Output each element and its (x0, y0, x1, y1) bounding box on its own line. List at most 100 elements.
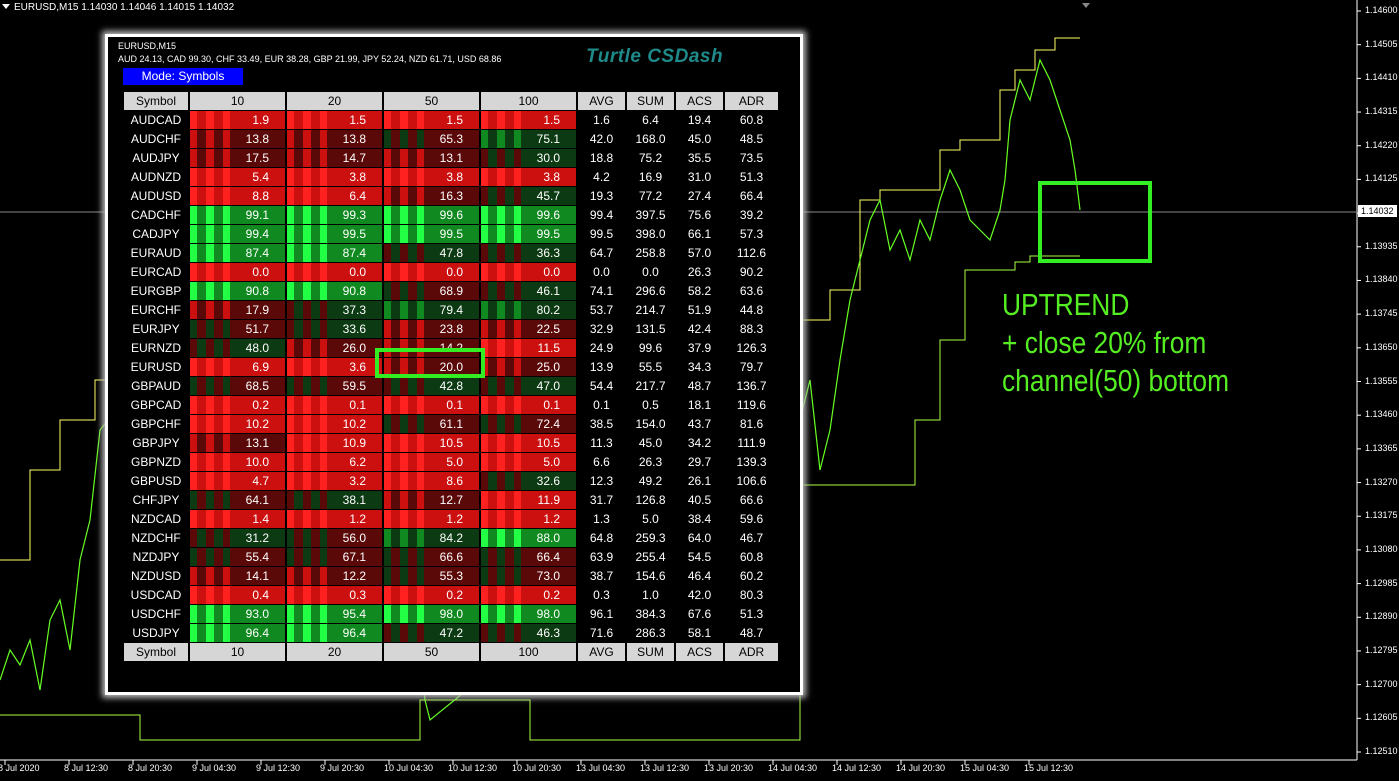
channel-bar (424, 529, 433, 547)
channel-bar (497, 111, 505, 129)
column-header[interactable]: Symbol (124, 92, 188, 110)
symbol-cell[interactable]: EURAUD (124, 244, 188, 262)
channel-bar (230, 168, 239, 186)
channel-bar (400, 567, 408, 585)
channel-bar (408, 225, 416, 243)
symbol-cell[interactable]: EURGBP (124, 282, 188, 300)
symbol-cell[interactable]: NZDJPY (124, 548, 188, 566)
symbol-cell[interactable]: GBPJPY (124, 434, 188, 452)
column-header[interactable]: 20 (287, 643, 382, 661)
channel-bar (214, 453, 222, 471)
column-header[interactable]: AVG (578, 643, 625, 661)
period-cell: 61.1 (384, 415, 479, 433)
channel-bars (481, 206, 530, 224)
column-header[interactable]: ADR (725, 92, 778, 110)
period-cell: 33.6 (287, 320, 382, 338)
column-header[interactable]: AVG (578, 92, 625, 110)
channel-bar (230, 567, 239, 585)
column-header[interactable]: 10 (190, 643, 285, 661)
symbol-cell[interactable]: USDCAD (124, 586, 188, 604)
symbol-cell[interactable]: AUDNZD (124, 168, 188, 186)
collapse-triangle-icon[interactable] (2, 4, 10, 9)
price-tick-label: 1.13080 (1365, 543, 1398, 554)
period-cell: 1.2 (384, 510, 479, 528)
symbol-cell[interactable]: EURNZD (124, 339, 188, 357)
symbol-cell[interactable]: CHFJPY (124, 491, 188, 509)
column-header[interactable]: 10 (190, 92, 285, 110)
column-header[interactable]: 50 (384, 643, 479, 661)
symbol-cell[interactable]: USDJPY (124, 624, 188, 642)
stat-cell: 18.1 (687, 398, 712, 412)
symbol-cell[interactable]: NZDCAD (124, 510, 188, 528)
stat-cell: 53.7 (589, 303, 614, 317)
stat-cell: 258.8 (635, 246, 666, 260)
stat-cell: 4.2 (593, 170, 610, 184)
symbol-cell[interactable]: GBPCAD (124, 396, 188, 414)
channel-bar (416, 548, 424, 566)
period-cell: 1.2 (481, 510, 576, 528)
channel-bar (392, 472, 400, 490)
channel-bar (230, 244, 239, 262)
symbol-cell[interactable]: CADJPY (124, 225, 188, 243)
mode-button[interactable]: Mode: Symbols (123, 68, 243, 85)
symbol-cell[interactable]: EURCAD (124, 263, 188, 281)
table-row: NZDCHF 31.2 56.0 84.2 88.0 64.8 259.3 64.0 46.7 (124, 529, 778, 547)
channel-bar (198, 434, 206, 452)
symbol-cell[interactable]: NZDUSD (124, 567, 188, 585)
period-cell: 22.5 (481, 320, 576, 338)
column-header[interactable]: Symbol (124, 643, 188, 661)
channel-bar (230, 586, 239, 604)
channel-bar (303, 472, 311, 490)
column-header[interactable]: SUM (627, 643, 674, 661)
channel-bar (481, 491, 489, 509)
period-cell: 10.5 (481, 434, 576, 452)
channel-bar (287, 415, 295, 433)
period-value: 1.5 (543, 113, 560, 127)
symbol-cell[interactable]: GBPCHF (124, 415, 188, 433)
stat-cell: 67.6 (687, 607, 712, 621)
column-header[interactable]: 100 (481, 643, 576, 661)
period-value: 3.8 (446, 170, 463, 184)
channel-bar (400, 548, 408, 566)
period-cell: 46.1 (481, 282, 576, 300)
symbol-cell[interactable]: AUDCHF (124, 130, 188, 148)
channel-bar (521, 358, 530, 376)
price-tick-label: 1.14220 (1365, 139, 1398, 150)
channel-bar (319, 491, 327, 509)
symbol-cell[interactable]: GBPNZD (124, 453, 188, 471)
channel-bars (384, 377, 433, 395)
channel-bar (392, 225, 400, 243)
symbol-cell[interactable]: EURUSD (124, 358, 188, 376)
symbol-cell[interactable]: AUDCAD (124, 111, 188, 129)
symbol-cell[interactable]: USDCHF (124, 605, 188, 623)
symbol-cell[interactable]: AUDJPY (124, 149, 188, 167)
symbol-cell[interactable]: GBPUSD (124, 472, 188, 490)
column-header[interactable]: 20 (287, 92, 382, 110)
column-header[interactable]: ADR (725, 643, 778, 661)
time-tick-label: 14 Jul 04:30 (768, 763, 818, 773)
symbol-cell[interactable]: EURJPY (124, 320, 188, 338)
channel-bar (230, 149, 239, 167)
period-cell: 99.6 (384, 206, 479, 224)
currency-strength-line: AUD 24.13, CAD 99.30, CHF 33.49, EUR 38.… (118, 54, 502, 64)
column-header[interactable]: 50 (384, 92, 479, 110)
period-value: 99.6 (439, 208, 463, 222)
symbol-cell[interactable]: AUDUSD (124, 187, 188, 205)
table-row: GBPCAD 0.2 0.1 0.1 0.1 0.1 0.5 18.1 119.6 (124, 396, 778, 414)
time-tick-label: 9 Jul 20:30 (320, 763, 365, 773)
column-header[interactable]: SUM (627, 92, 674, 110)
period-cell: 0.2 (481, 586, 576, 604)
period-value: 36.3 (536, 246, 560, 260)
channel-bar (319, 187, 327, 205)
channel-bar (400, 434, 408, 452)
stat-cell: 24.9 (589, 341, 614, 355)
column-header[interactable]: ACS (676, 643, 723, 661)
column-header[interactable]: 100 (481, 92, 576, 110)
symbol-cell[interactable]: EURCHF (124, 301, 188, 319)
channel-bars (287, 225, 336, 243)
column-header[interactable]: ACS (676, 92, 723, 110)
symbol-cell[interactable]: CADCHF (124, 206, 188, 224)
channel-bar (222, 567, 230, 585)
symbol-cell[interactable]: NZDCHF (124, 529, 188, 547)
symbol-cell[interactable]: GBPAUD (124, 377, 188, 395)
